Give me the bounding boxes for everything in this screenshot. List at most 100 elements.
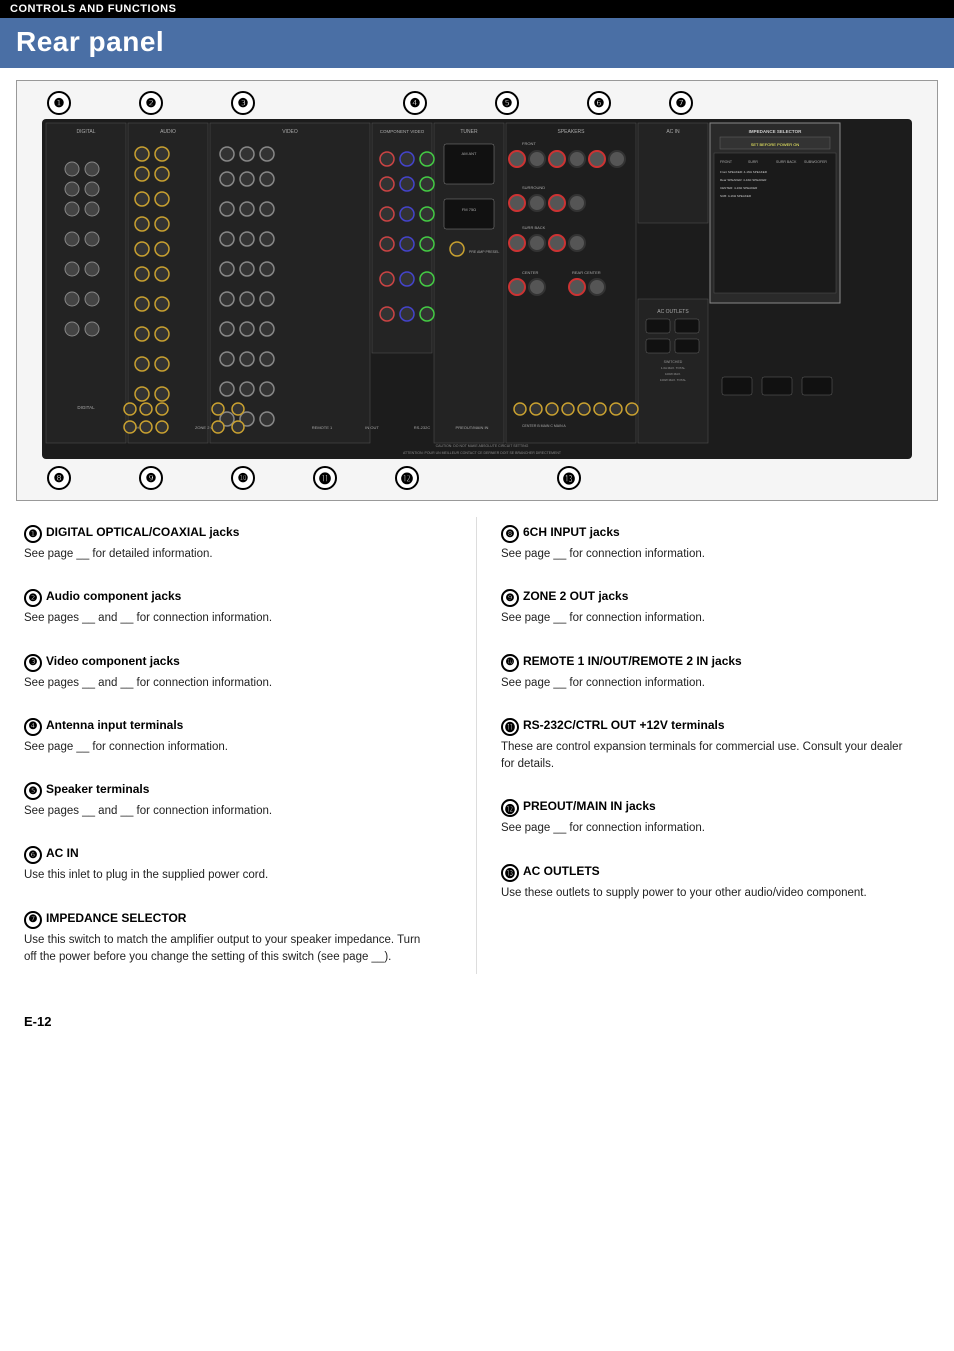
svg-text:SURR BACK: SURR BACK — [522, 225, 546, 230]
desc-item-10: ❿ REMOTE 1 IN/OUT/REMOTE 2 IN jacks See … — [501, 646, 930, 700]
desc-num-1: ❶ — [24, 525, 42, 543]
svg-text:SURROUND: SURROUND — [522, 185, 545, 190]
svg-text:100W MAX. TOTAL: 100W MAX. TOTAL — [660, 378, 687, 382]
callout-group-bottom: ❽ ❾ ❿ ⓫ ⓬ ⓭ — [47, 466, 717, 490]
page-number: E-12 — [24, 1014, 51, 1029]
desc-item-3: ❸ Video component jacks See pages __ and… — [24, 646, 452, 700]
svg-text:100W MAX.: 100W MAX. — [665, 372, 681, 376]
header-bar: CONTROLS AND FUNCTIONS — [0, 0, 954, 18]
desc-header-4: ❹ Antenna input terminals — [24, 718, 436, 736]
svg-text:IN OUT: IN OUT — [365, 425, 379, 430]
svg-text:CENTER: CENTER — [522, 270, 539, 275]
desc-num-10: ❿ — [501, 654, 519, 672]
desc-text-13: Use these outlets to supply power to you… — [501, 885, 914, 902]
svg-text:REAR CENTER: REAR CENTER — [572, 270, 601, 275]
callout-8: ❽ — [47, 466, 71, 490]
page-title: Rear panel — [16, 26, 938, 58]
desc-num-4: ❹ — [24, 718, 42, 736]
svg-text:FRONT: FRONT — [522, 141, 536, 146]
desc-header-2: ❷ Audio component jacks — [24, 589, 436, 607]
svg-text:CENTER: 4-16Ω SPEAKER: CENTER: 4-16Ω SPEAKER — [720, 186, 758, 190]
desc-header-3: ❸ Video component jacks — [24, 654, 436, 672]
callout-6: ❻ — [587, 91, 611, 115]
svg-text:CAUTION: DO NOT MAKE ABSOLUTE: CAUTION: DO NOT MAKE ABSOLUTE CIRCUIT SE… — [436, 444, 529, 448]
desc-num-11: ⓫ — [501, 718, 519, 736]
desc-text-11: These are control expansion terminals fo… — [501, 739, 914, 774]
svg-text:PREOUT/MAIN IN: PREOUT/MAIN IN — [456, 425, 489, 430]
svg-text:AUDIO: AUDIO — [160, 129, 176, 135]
desc-text-5: See pages __ and __ for connection infor… — [24, 803, 436, 820]
desc-text-2: See pages __ and __ for connection infor… — [24, 610, 436, 627]
desc-header-7: ❼ IMPEDANCE SELECTOR — [24, 911, 436, 929]
svg-text:PRE AMP PRESEL: PRE AMP PRESEL — [469, 250, 499, 254]
callout-11: ⓫ — [313, 466, 337, 490]
svg-text:SURR: SURR — [748, 160, 758, 164]
callout-4: ❹ — [403, 91, 427, 115]
callout-group-top: ❶ ❷ ❸ ❹ ❺ ❻ ❼ — [47, 91, 749, 115]
desc-num-13: ⓭ — [501, 864, 519, 882]
page-title-section: Rear panel — [0, 18, 954, 68]
svg-text:SUBWOOFER: SUBWOOFER — [804, 160, 827, 164]
svg-text:COMPONENT VIDEO: COMPONENT VIDEO — [380, 129, 425, 134]
svg-text:FM 75Ω: FM 75Ω — [462, 207, 476, 212]
desc-title-7: IMPEDANCE SELECTOR — [46, 911, 186, 925]
desc-num-7: ❼ — [24, 911, 42, 929]
svg-text:SPEAKERS: SPEAKERS — [558, 129, 586, 135]
desc-header-9: ❾ ZONE 2 OUT jacks — [501, 589, 914, 607]
svg-text:Front SPEAKER: 4-16Ω SPEAKER: Front SPEAKER: 4-16Ω SPEAKER — [720, 170, 768, 174]
bottom-callouts: ❽ ❾ ❿ ⓫ ⓬ ⓭ — [27, 462, 927, 490]
desc-title-9: ZONE 2 OUT jacks — [523, 589, 628, 603]
desc-item-12: ⓬ PREOUT/MAIN IN jacks See page __ for c… — [501, 791, 930, 845]
svg-text:RS-232C: RS-232C — [414, 425, 431, 430]
svg-text:IMPEDANCE SELECTOR: IMPEDANCE SELECTOR — [749, 129, 802, 134]
svg-text:VIDEO: VIDEO — [282, 129, 298, 135]
desc-title-8: 6CH INPUT jacks — [523, 525, 620, 539]
desc-title-5: Speaker terminals — [46, 782, 149, 796]
desc-item-8: ❽ 6CH INPUT jacks See page __ for connec… — [501, 517, 930, 571]
desc-item-13: ⓭ AC OUTLETS Use these outlets to supply… — [501, 856, 930, 910]
desc-header-11: ⓫ RS-232C/CTRL OUT +12V terminals — [501, 718, 914, 736]
svg-text:AC OUTLETS: AC OUTLETS — [657, 309, 689, 315]
svg-text:ATTENTION: POUR UN MEILLEUR CO: ATTENTION: POUR UN MEILLEUR CONTACT CE D… — [403, 451, 562, 455]
desc-title-3: Video component jacks — [46, 654, 180, 668]
desc-text-8: See page __ for connection information. — [501, 546, 914, 563]
desc-num-3: ❸ — [24, 654, 42, 672]
desc-title-2: Audio component jacks — [46, 589, 181, 603]
desc-text-6: Use this inlet to plug in the supplied p… — [24, 867, 436, 884]
footer: E-12 — [0, 1014, 954, 1049]
desc-header-12: ⓬ PREOUT/MAIN IN jacks — [501, 799, 914, 817]
top-callouts: ❶ ❷ ❸ ❹ ❺ ❻ ❼ — [27, 91, 927, 119]
callout-1: ❶ — [47, 91, 71, 115]
rear-panel-svg: DIGITAL AUDIO VIDEO COMPONENT VIDEO TUNE… — [27, 119, 927, 459]
diagram-area: ❶ ❷ ❸ ❹ ❺ ❻ ❼ DIGITAL AUDIO VIDEO COMPON… — [16, 80, 938, 501]
svg-text:FRONT: FRONT — [720, 160, 733, 164]
desc-item-2: ❷ Audio component jacks See pages __ and… — [24, 581, 452, 635]
callout-10: ❿ — [231, 466, 255, 490]
desc-item-7: ❼ IMPEDANCE SELECTOR Use this switch to … — [24, 903, 452, 975]
desc-text-4: See page __ for connection information. — [24, 739, 436, 756]
desc-column-left: ❶ DIGITAL OPTICAL/COAXIAL jacks See page… — [24, 517, 477, 974]
callout-2: ❷ — [139, 91, 163, 115]
desc-text-10: See page __ for connection information. — [501, 675, 914, 692]
callout-7: ❼ — [669, 91, 693, 115]
desc-item-9: ❾ ZONE 2 OUT jacks See page __ for conne… — [501, 581, 930, 635]
desc-item-6: ❻ AC IN Use this inlet to plug in the su… — [24, 838, 452, 892]
desc-text-12: See page __ for connection information. — [501, 820, 914, 837]
desc-title-12: PREOUT/MAIN IN jacks — [523, 799, 656, 813]
svg-text:AM ANT: AM ANT — [462, 151, 477, 156]
descriptions-grid: ❶ DIGITAL OPTICAL/COAXIAL jacks See page… — [24, 517, 930, 974]
callout-12: ⓬ — [395, 466, 419, 490]
svg-text:SWITCHED: SWITCHED — [664, 360, 683, 364]
svg-text:SET BEFORE POWER ON: SET BEFORE POWER ON — [751, 142, 800, 147]
desc-num-2: ❷ — [24, 589, 42, 607]
svg-text:AC IN: AC IN — [666, 129, 680, 135]
callout-5: ❺ — [495, 91, 519, 115]
desc-header-8: ❽ 6CH INPUT jacks — [501, 525, 914, 543]
desc-title-10: REMOTE 1 IN/OUT/REMOTE 2 IN jacks — [523, 654, 742, 668]
desc-item-1: ❶ DIGITAL OPTICAL/COAXIAL jacks See page… — [24, 517, 452, 571]
desc-num-8: ❽ — [501, 525, 519, 543]
svg-text:DIGITAL: DIGITAL — [76, 129, 95, 135]
desc-num-6: ❻ — [24, 846, 42, 864]
desc-text-7: Use this switch to match the amplifier o… — [24, 932, 436, 967]
callout-3: ❸ — [231, 91, 255, 115]
